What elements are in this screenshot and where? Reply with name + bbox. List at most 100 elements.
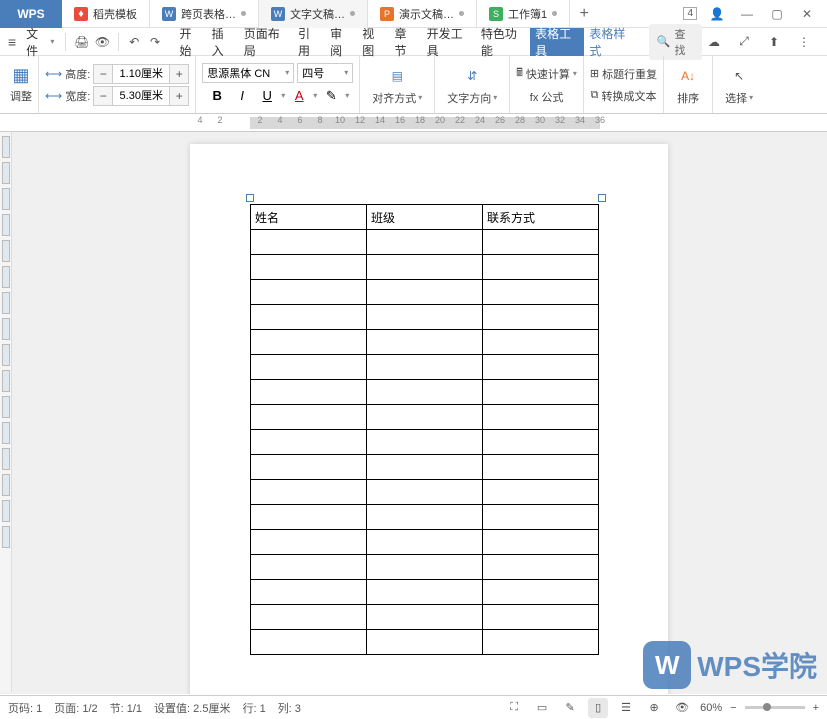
table-cell[interactable]	[251, 530, 367, 555]
table-resize-handle[interactable]	[598, 194, 606, 202]
doc-tab-cross-page[interactable]: W 跨页表格…	[150, 0, 259, 28]
table-cell[interactable]	[483, 330, 599, 355]
table-cell[interactable]	[367, 255, 483, 280]
table-cell[interactable]	[483, 505, 599, 530]
table-cell[interactable]	[251, 580, 367, 605]
align-button[interactable]: ▤ 对齐方式▾	[366, 62, 428, 108]
edit-icon[interactable]: ✎	[560, 698, 580, 718]
table-cell[interactable]	[251, 355, 367, 380]
table-cell[interactable]	[483, 530, 599, 555]
table-handle[interactable]	[246, 194, 254, 202]
bold-button[interactable]: B	[206, 85, 228, 107]
ribbon-tab-dev[interactable]: 开发工具	[422, 28, 476, 56]
height-input[interactable]: − 1.10厘米 +	[93, 64, 189, 84]
table-cell[interactable]	[251, 605, 367, 630]
doc-tab-presentation[interactable]: P 演示文稿…	[368, 0, 477, 28]
table-icon[interactable]: ▦	[12, 65, 29, 86]
table-cell[interactable]	[483, 605, 599, 630]
ribbon-tab-chapter[interactable]: 章节	[389, 28, 421, 56]
underline-button[interactable]: U	[256, 85, 278, 107]
undo-icon[interactable]: ↶	[125, 32, 144, 52]
table-cell[interactable]	[483, 380, 599, 405]
close-icon[interactable]: ✕	[797, 4, 817, 24]
table-cell[interactable]	[367, 580, 483, 605]
table-cell[interactable]	[367, 305, 483, 330]
quick-calc-button[interactable]: 🖩快速计算▾	[516, 62, 577, 85]
italic-button[interactable]: I	[231, 85, 253, 107]
table-cell[interactable]	[251, 380, 367, 405]
table-cell[interactable]	[483, 555, 599, 580]
ribbon-tab-reference[interactable]: 引用	[293, 28, 325, 56]
table-cell[interactable]	[367, 280, 483, 305]
table-cell[interactable]	[251, 430, 367, 455]
eye-icon[interactable]: 👁	[672, 698, 692, 718]
ribbon-tab-layout[interactable]: 页面布局	[239, 28, 293, 56]
font-size-select[interactable]: 四号▾	[297, 63, 353, 83]
table-cell[interactable]	[251, 480, 367, 505]
doc-tab-workbook[interactable]: S 工作簿1	[477, 0, 570, 28]
header-repeat-button[interactable]: ⊞标题行重复	[590, 64, 657, 84]
table-cell[interactable]	[251, 330, 367, 355]
increase-button[interactable]: +	[170, 87, 188, 105]
table-cell[interactable]	[367, 330, 483, 355]
doc-tab-template[interactable]: ♦ 稻壳模板	[62, 0, 150, 28]
table-cell[interactable]	[483, 455, 599, 480]
table-cell[interactable]	[251, 280, 367, 305]
table-cell[interactable]	[367, 480, 483, 505]
status-pages[interactable]: 页面: 1/2	[54, 700, 97, 716]
avatar-icon[interactable]: 👤	[707, 4, 727, 24]
redo-icon[interactable]: ↷	[146, 32, 165, 52]
cloud-icon[interactable]: ☁	[704, 32, 724, 52]
status-page-no[interactable]: 页码: 1	[8, 700, 42, 716]
calendar-badge[interactable]: 4	[683, 7, 697, 20]
ribbon-tab-table-style[interactable]: 表格样式	[584, 28, 638, 56]
table-cell[interactable]	[367, 530, 483, 555]
table-cell[interactable]	[251, 230, 367, 255]
ribbon-tab-review[interactable]: 审阅	[325, 28, 357, 56]
table-cell[interactable]	[367, 630, 483, 655]
app-tab[interactable]: WPS	[0, 0, 62, 28]
collapse-icon[interactable]: ⤢	[734, 32, 754, 52]
ribbon-tab-feature[interactable]: 特色功能	[476, 28, 530, 56]
fullscreen-icon[interactable]: ⛶	[504, 698, 524, 718]
table-cell[interactable]	[367, 355, 483, 380]
sort-button[interactable]: A↓ 排序	[670, 62, 706, 108]
maximize-icon[interactable]: ▢	[767, 4, 787, 24]
table-cell[interactable]	[251, 455, 367, 480]
width-value[interactable]: 5.30厘米	[112, 87, 170, 105]
table-cell[interactable]	[367, 505, 483, 530]
save-icon[interactable]: 🖨	[72, 32, 91, 52]
status-section[interactable]: 节: 1/1	[110, 700, 142, 716]
table-cell[interactable]	[483, 430, 599, 455]
text-direction-button[interactable]: ⇵ 文字方向▾	[441, 62, 503, 108]
document-table[interactable]: 姓名班级联系方式	[250, 204, 599, 655]
table-cell[interactable]	[367, 605, 483, 630]
minimize-icon[interactable]: —	[737, 4, 757, 24]
select-button[interactable]: ↖ 选择▾	[719, 62, 759, 108]
table-cell[interactable]	[367, 230, 483, 255]
horizontal-ruler[interactable]: 4224681012141618202224262830323436	[0, 114, 827, 132]
table-cell[interactable]	[367, 405, 483, 430]
table-cell[interactable]	[367, 455, 483, 480]
convert-text-button[interactable]: ⧉转换成文本	[591, 86, 657, 106]
table-cell[interactable]	[483, 255, 599, 280]
doc-tab-text-doc[interactable]: W 文字文稿…	[259, 0, 368, 28]
table-cell[interactable]	[483, 630, 599, 655]
table-cell[interactable]	[483, 280, 599, 305]
table-cell[interactable]	[483, 355, 599, 380]
more-icon[interactable]: ⋮	[794, 32, 814, 52]
hamburger-icon[interactable]: ≡	[5, 34, 19, 50]
table-cell[interactable]	[483, 305, 599, 330]
search-box[interactable]: 🔍 查找	[649, 24, 702, 60]
table-header-cell[interactable]: 联系方式	[483, 205, 599, 230]
font-name-select[interactable]: 思源黑体 CN▾	[202, 63, 294, 83]
ribbon-tab-table-tools[interactable]: 表格工具	[530, 28, 584, 56]
table-cell[interactable]	[483, 230, 599, 255]
table-cell[interactable]	[367, 555, 483, 580]
ribbon-tab-start[interactable]: 开始	[174, 28, 206, 56]
document-page[interactable]: 姓名班级联系方式	[190, 144, 668, 694]
reading-icon[interactable]: ▭	[532, 698, 552, 718]
table-cell[interactable]	[483, 405, 599, 430]
zoom-value[interactable]: 60%	[700, 702, 722, 714]
zoom-slider[interactable]	[745, 706, 805, 709]
